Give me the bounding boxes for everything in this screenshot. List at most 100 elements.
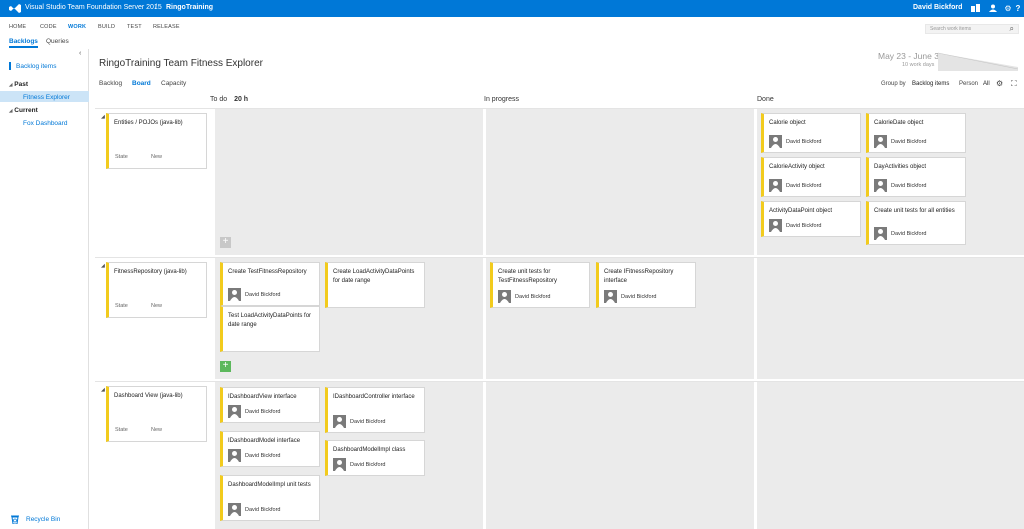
task-card[interactable]: DashboardModelImpl unit tests David Bickf… (220, 475, 320, 521)
task-card-title: ActivityDataPoint object (769, 208, 833, 214)
iteration-fitness-explorer[interactable]: Fitness Explorer (23, 94, 70, 101)
settings-icon[interactable]: ⚙ (996, 79, 1003, 88)
backlog-item-card[interactable]: FitnessRepository (java-lib) State New (106, 262, 207, 318)
lane-collapse-icon[interactable]: ◢ (101, 114, 105, 120)
help-icon[interactable]: ? (1013, 3, 1023, 13)
board-cell[interactable] (215, 109, 483, 255)
column-todo-name: To do (210, 96, 228, 103)
backlog-items-link[interactable]: Backlog items (16, 63, 56, 70)
search-box[interactable]: Search work items ⌕ (925, 24, 1019, 34)
task-card-title: Create LoadActivityDataPoints for date r… (333, 269, 415, 284)
avatar-icon (769, 135, 782, 148)
gear-icon[interactable]: ⚙ (1003, 3, 1013, 13)
past-header[interactable]: ◢ Past (9, 81, 28, 88)
task-card-assignee: David Bickford (786, 223, 822, 229)
pivot-capacity[interactable]: Capacity (161, 80, 186, 87)
product-name[interactable]: Visual Studio Team Foundation Server 201… (25, 4, 162, 11)
search-icon[interactable]: ⌕ (1010, 24, 1014, 34)
task-card[interactable]: Create unit tests for TestFitnessReposit… (490, 262, 590, 308)
task-card-assignee: David Bickford (621, 294, 657, 300)
lane-collapse-icon[interactable]: ◢ (101, 387, 105, 393)
board-cell[interactable] (486, 109, 754, 255)
task-card[interactable]: IDashboardView interface David Bickford (220, 387, 320, 423)
task-card-assignee: David Bickford (786, 139, 822, 145)
tab-queries[interactable]: Queries (46, 38, 69, 45)
avatar-icon (874, 227, 887, 240)
team-rooms-icon[interactable] (970, 3, 980, 13)
hub-code[interactable]: CODE (40, 24, 57, 30)
lane-collapse-icon[interactable]: ◢ (101, 263, 105, 269)
task-card-assignee: David Bickford (245, 453, 281, 459)
avatar-icon (874, 135, 887, 148)
task-card-title: IDashboardController interface (333, 394, 415, 400)
add-task-button[interactable]: + (220, 237, 231, 248)
iteration-fox-dashboard[interactable]: Fox Dashboard (23, 120, 67, 127)
board-cell[interactable] (757, 258, 1024, 379)
task-card-title: Create IFitnessRepository interface (604, 269, 674, 284)
burndown-chart-thumbnail[interactable] (938, 51, 1018, 71)
search-placeholder: Search work items (930, 26, 972, 32)
hub-test[interactable]: TEST (127, 24, 142, 30)
avatar-icon (228, 503, 241, 516)
task-card[interactable]: CalorieActivity object David Bickford (761, 157, 861, 197)
task-card-title: Create unit tests for TestFitnessReposit… (498, 269, 558, 284)
person-icon[interactable] (988, 3, 998, 13)
hub-release[interactable]: RELEASE (153, 24, 180, 30)
task-card[interactable]: DashboardModelImpl class David Bickford (325, 440, 425, 476)
task-card[interactable]: Create unit tests for all entities David … (866, 201, 966, 245)
task-card-title: CalorieActivity object (769, 164, 825, 170)
backlog-item-state-label: State (115, 303, 128, 309)
task-card-assignee: David Bickford (786, 183, 822, 189)
breadcrumb-separator: / (155, 4, 157, 11)
task-card-assignee: David Bickford (891, 231, 927, 237)
current-header[interactable]: ◢ Current (9, 107, 38, 114)
column-header-inprogress: In progress (484, 96, 520, 103)
group-by-value[interactable]: Backlog items (912, 81, 949, 87)
task-card-title: IDashboardView interface (228, 394, 297, 400)
collapse-panel-icon[interactable]: ‹ (79, 50, 81, 57)
pivot-backlog[interactable]: Backlog (99, 80, 122, 87)
task-card-title: DayActivities object (874, 164, 927, 170)
visual-studio-logo-icon[interactable] (9, 4, 21, 13)
hub-build[interactable]: BUILD (98, 24, 115, 30)
board-cell[interactable] (486, 382, 754, 529)
fullscreen-icon[interactable]: ⛶ (1011, 79, 1017, 89)
task-card[interactable]: CalorieDate object David Bickford (866, 113, 966, 153)
hub-work[interactable]: WORK (68, 24, 86, 30)
avatar-icon (228, 405, 241, 418)
task-card-title: Create unit tests for all entities (874, 208, 955, 214)
task-card[interactable]: ActivityDataPoint object David Bickford (761, 201, 861, 237)
task-card-assignee: David Bickford (245, 292, 281, 298)
user-name[interactable]: David Bickford (913, 4, 962, 11)
sprint-work-days: 10 work days (902, 62, 935, 68)
backlog-item-card[interactable]: Dashboard View (java-lib) State New (106, 386, 207, 442)
task-card[interactable]: Create TestFitnessRepository David Bickfo… (220, 262, 320, 306)
project-name[interactable]: RingoTraining (166, 4, 213, 11)
task-card-title: IDashboardModel interface (228, 438, 301, 444)
task-card[interactable]: Calorie object David Bickford (761, 113, 861, 153)
add-task-button[interactable]: + (220, 361, 231, 372)
task-card[interactable]: Create LoadActivityDataPoints for date r… (325, 262, 425, 308)
avatar-icon (228, 449, 241, 462)
recycle-bin-icon[interactable] (10, 514, 20, 524)
board-cell[interactable] (757, 382, 1024, 529)
backlog-item-card[interactable]: Entities / POJOs (java-lib) State New (106, 113, 207, 169)
task-card-title: DashboardModelImpl unit tests (228, 482, 311, 488)
task-card-title: Test LoadActivityDataPoints for date ran… (228, 313, 312, 328)
avatar-icon (228, 288, 241, 301)
backlog-item-state: New (151, 427, 163, 433)
task-card[interactable]: DayActivities object David Bickford (866, 157, 966, 197)
task-card[interactable]: IDashboardController interface David Bick… (325, 387, 425, 433)
person-filter-value[interactable]: All (983, 81, 990, 87)
task-card[interactable]: IDashboardModel interface David Bickford (220, 431, 320, 467)
task-card[interactable]: Create IFitnessRepository interface David… (596, 262, 696, 308)
avatar-icon (874, 179, 887, 192)
task-card[interactable]: Test LoadActivityDataPoints for date ran… (220, 306, 320, 352)
tab-backlogs[interactable]: Backlogs (9, 38, 38, 48)
task-card-assignee: David Bickford (350, 462, 386, 468)
avatar-icon (333, 458, 346, 471)
task-card-assignee: David Bickford (891, 183, 927, 189)
hub-home[interactable]: HOME (9, 24, 26, 30)
recycle-bin-link[interactable]: Recycle Bin (26, 516, 60, 523)
pivot-board[interactable]: Board (132, 80, 151, 87)
